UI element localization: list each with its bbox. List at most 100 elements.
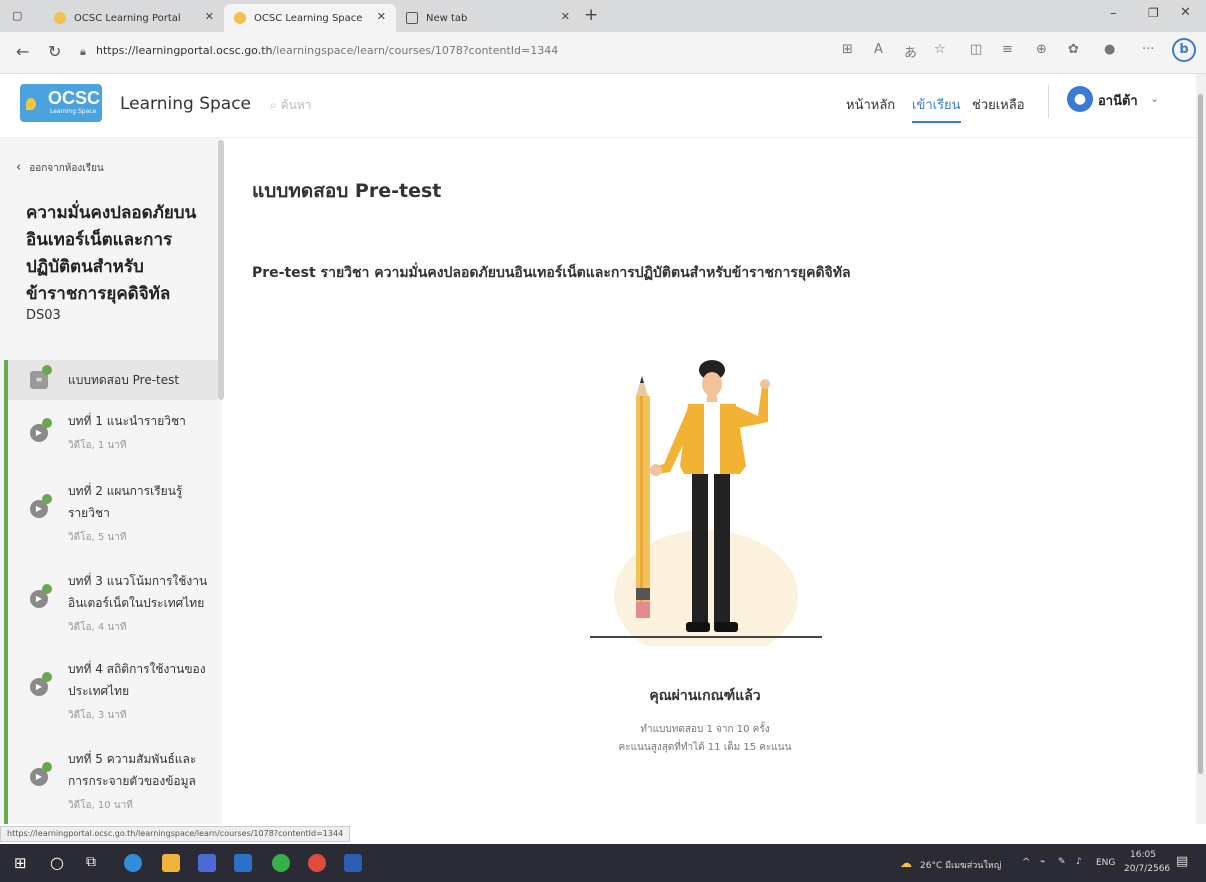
profile-icon[interactable]: ● [1104, 42, 1115, 57]
refresh-icon[interactable]: ↻ [48, 42, 61, 61]
lesson-title: บทที่ 1 แนะนำรายวิชา [68, 414, 186, 428]
page-title: แบบทดสอบ Pre-test [252, 180, 442, 202]
browser-tab-bar: ▢ OCSC Learning Portal ✕ OCSC Learning S… [0, 0, 1206, 32]
clock-time[interactable]: 16:05 [1130, 850, 1156, 860]
nav-learn[interactable]: เข้าเรียน [912, 94, 961, 123]
tab-actions-icon[interactable]: ▢ [12, 9, 22, 22]
user-name[interactable]: อานีต้า [1098, 90, 1138, 111]
lesson-item-5[interactable]: ▶ บทที่ 5 ความสัมพันธ์และการกระจายตัวของ… [8, 744, 218, 824]
restore-icon[interactable]: ❐ [1148, 6, 1159, 20]
header-divider [1048, 84, 1049, 118]
weather-text: 26°C มีเมฆส่วนใหญ่ [920, 861, 1002, 871]
completed-check-icon [42, 365, 52, 375]
completed-check-icon [42, 762, 52, 772]
windows-start-icon[interactable]: ⊞ [14, 854, 27, 872]
search-icon: ⌕ [270, 98, 277, 112]
leave-classroom-link[interactable]: ‹ ออกจากห้องเรียน [16, 160, 104, 176]
read-aloud-icon[interactable]: A [874, 42, 883, 57]
quiz-title: Pre-test รายวิชา ความมั่นคงปลอดภัยบนอินเ… [252, 265, 851, 281]
input-language[interactable]: ENG [1096, 858, 1115, 868]
lesson-title: บทที่ 2 แผนการเรียนรู้รายวิชา [68, 484, 183, 520]
split-screen-icon[interactable]: ◫ [970, 42, 982, 57]
lesson-item-3[interactable]: ▶ บทที่ 3 แนวโน้มการใช้งานอินเตอร์เน็ตใน… [8, 566, 218, 646]
new-tab-icon[interactable]: + [584, 5, 598, 25]
main-scrollbar[interactable] [1196, 74, 1206, 824]
completed-check-icon [42, 672, 52, 682]
app-available-icon[interactable]: ⊞ [842, 42, 853, 57]
weather-icon[interactable]: ☁ [900, 856, 912, 870]
tab-learning-space[interactable]: OCSC Learning Space ✕ [224, 4, 396, 32]
mail-icon[interactable] [234, 854, 252, 872]
lesson-title: บทที่ 5 ความสัมพันธ์และการกระจายตัวของข้… [68, 752, 197, 788]
status-url-tooltip: https://learningportal.ocsc.go.th/learni… [0, 826, 351, 842]
logo-mark-icon [26, 98, 36, 110]
logo-subtext: Learning Space [50, 108, 97, 115]
lesson-meta: วิดีโอ, 10 นาที [68, 800, 133, 811]
favorite-star-icon[interactable]: ☆ [934, 42, 946, 57]
chevron-left-icon: ‹ [16, 160, 22, 175]
window-close-icon[interactable]: ✕ [1180, 5, 1191, 20]
lesson-meta: วิดีโอ, 4 นาที [68, 622, 127, 633]
more-icon[interactable]: ··· [1142, 42, 1154, 57]
search-box[interactable]: ⌕ ค้นหา [270, 96, 311, 115]
tab-label: OCSC Learning Space [254, 12, 363, 24]
translate-icon[interactable]: あ [904, 42, 917, 61]
file-explorer-icon[interactable] [162, 854, 180, 872]
best-score: คะแนนสูงสุดที่ทำได้ 11 เต็ม 15 คะแนน [618, 742, 792, 753]
lesson-title: บทที่ 4 สถิติการใช้งานของประเทศไทย [68, 662, 206, 698]
lesson-meta: วิดีโอ, 5 นาที [68, 532, 127, 543]
chevron-down-icon[interactable]: ⌄ [1150, 92, 1159, 105]
store-icon[interactable] [198, 854, 216, 872]
tab-learning-portal[interactable]: OCSC Learning Portal ✕ [44, 4, 224, 32]
lesson-item-4[interactable]: ▶ บทที่ 4 สถิติการใช้งานของประเทศไทย วิด… [8, 654, 218, 734]
completed-check-icon [42, 584, 52, 594]
tab-label: OCSC Learning Portal [74, 12, 181, 24]
logo-text: OCSC [48, 88, 101, 108]
volume-icon[interactable]: ♪ [1076, 857, 1082, 867]
back-icon[interactable]: ← [16, 42, 29, 61]
tray-chevron-icon[interactable]: ^ [1022, 857, 1030, 868]
user-avatar-icon[interactable]: ● [1067, 86, 1093, 112]
scroll-thumb[interactable] [1198, 94, 1203, 774]
collections-icon[interactable]: ⊕ [1036, 42, 1047, 57]
bing-icon[interactable]: b [1172, 38, 1196, 62]
url-host: https://learningportal.ocsc.go.th [96, 44, 273, 57]
lesson-item-1[interactable]: ▶ บทที่ 1 แนะนำรายวิชา วิดีโอ, 1 นาที [8, 406, 218, 466]
tab-new[interactable]: New tab ✕ [396, 4, 580, 32]
course-code: DS03 [26, 308, 61, 323]
close-icon[interactable]: ✕ [205, 10, 214, 23]
completed-check-icon [42, 494, 52, 504]
back-label: ออกจากห้องเรียน [29, 163, 104, 174]
clock-date[interactable]: 20/7/2566 [1124, 864, 1170, 874]
nav-help[interactable]: ช่วยเหลือ [972, 94, 1025, 115]
line-icon[interactable] [272, 854, 290, 872]
completed-check-icon [42, 418, 52, 428]
network-icon[interactable]: ⌁ [1040, 857, 1045, 867]
ocsc-logo[interactable]: OCSC Learning Space [20, 84, 102, 122]
sidebar-scrollbar[interactable] [218, 140, 224, 400]
extensions-icon[interactable]: ✿ [1068, 42, 1079, 57]
portal-favicon [54, 12, 66, 24]
word-icon[interactable] [344, 854, 362, 872]
close-icon[interactable]: ✕ [377, 10, 386, 23]
pen-icon[interactable]: ✎ [1058, 857, 1066, 867]
lesson-meta: วิดีโอ, 3 นาที [68, 710, 127, 721]
lesson-item-2[interactable]: ▶ บทที่ 2 แผนการเรียนรู้รายวิชา วิดีโอ, … [8, 476, 218, 556]
edge-icon[interactable] [124, 854, 142, 872]
url-path: /learningspace/learn/courses/1078?conten… [272, 44, 559, 57]
notification-icon[interactable]: ▤ [1176, 854, 1188, 869]
course-title: ความมั่นคงปลอดภัยบนอินเทอร์เน็ตและการปฏิ… [26, 203, 197, 304]
lock-icon[interactable]: 🔒︎ [80, 45, 86, 59]
nav-home[interactable]: หน้าหลัก [846, 94, 895, 115]
search-icon[interactable]: ○ [50, 853, 64, 872]
favorites-icon[interactable]: ≡ [1002, 42, 1013, 57]
tab-label: New tab [426, 12, 468, 24]
address-bar-row: ← ↻ 🔒︎ https://learningportal.ocsc.go.th… [0, 32, 1206, 74]
chrome-icon[interactable] [308, 854, 326, 872]
lesson-item-pretest[interactable]: ≡ แบบทดสอบ Pre-test [8, 360, 218, 400]
task-view-icon[interactable]: ⧉ [86, 854, 96, 870]
minimize-icon[interactable]: – [1110, 6, 1117, 21]
pass-status: คุณผ่านเกณฑ์แล้ว [649, 688, 761, 704]
url-field[interactable]: https://learningportal.ocsc.go.th/learni… [96, 44, 558, 57]
close-icon[interactable]: ✕ [561, 10, 570, 23]
